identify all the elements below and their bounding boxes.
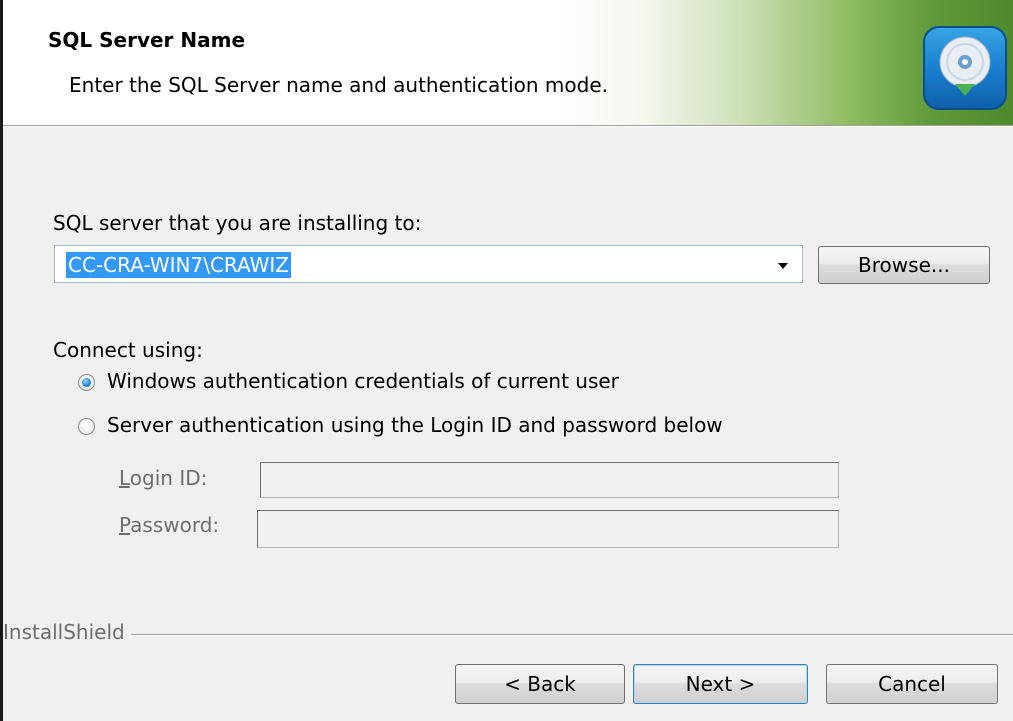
cancel-button[interactable]: Cancel (826, 664, 998, 704)
chevron-down-icon[interactable] (770, 252, 796, 278)
password-label-text: assword: (130, 513, 220, 537)
footer-separator (3, 634, 1013, 636)
page-subtitle: Enter the SQL Server name and authentica… (69, 73, 608, 97)
server-combobox[interactable]: CC-CRA-WIN7\CRAWIZ (54, 245, 803, 283)
header-divider (3, 126, 1013, 127)
installshield-brand: InstallShield (3, 620, 131, 644)
login-id-label: Login ID: (119, 466, 207, 490)
wizard-header: SQL Server Name Enter the SQL Server nam… (3, 0, 1013, 126)
server-combobox-value[interactable]: CC-CRA-WIN7\CRAWIZ (66, 252, 291, 278)
password-label: Password: (119, 513, 219, 537)
browse-button[interactable]: Browse... (818, 246, 990, 284)
password-access-key: P (119, 513, 131, 537)
login-id-access-key: L (119, 466, 130, 490)
login-id-field[interactable] (260, 462, 839, 498)
page-title: SQL Server Name (48, 28, 246, 52)
back-button[interactable]: < Back (455, 664, 625, 704)
password-field[interactable] (257, 510, 839, 548)
connect-label: Connect using: (53, 338, 203, 362)
windows-auth-radio[interactable] (78, 374, 95, 391)
windows-auth-label[interactable]: Windows authentication credentials of cu… (107, 369, 619, 393)
server-label: SQL server that you are installing to: (53, 211, 422, 235)
next-button[interactable]: Next > (633, 664, 808, 704)
server-auth-radio[interactable] (78, 418, 95, 435)
installer-disc-icon (923, 26, 1007, 110)
login-id-label-text: ogin ID: (129, 466, 208, 490)
server-auth-label[interactable]: Server authentication using the Login ID… (107, 413, 723, 437)
